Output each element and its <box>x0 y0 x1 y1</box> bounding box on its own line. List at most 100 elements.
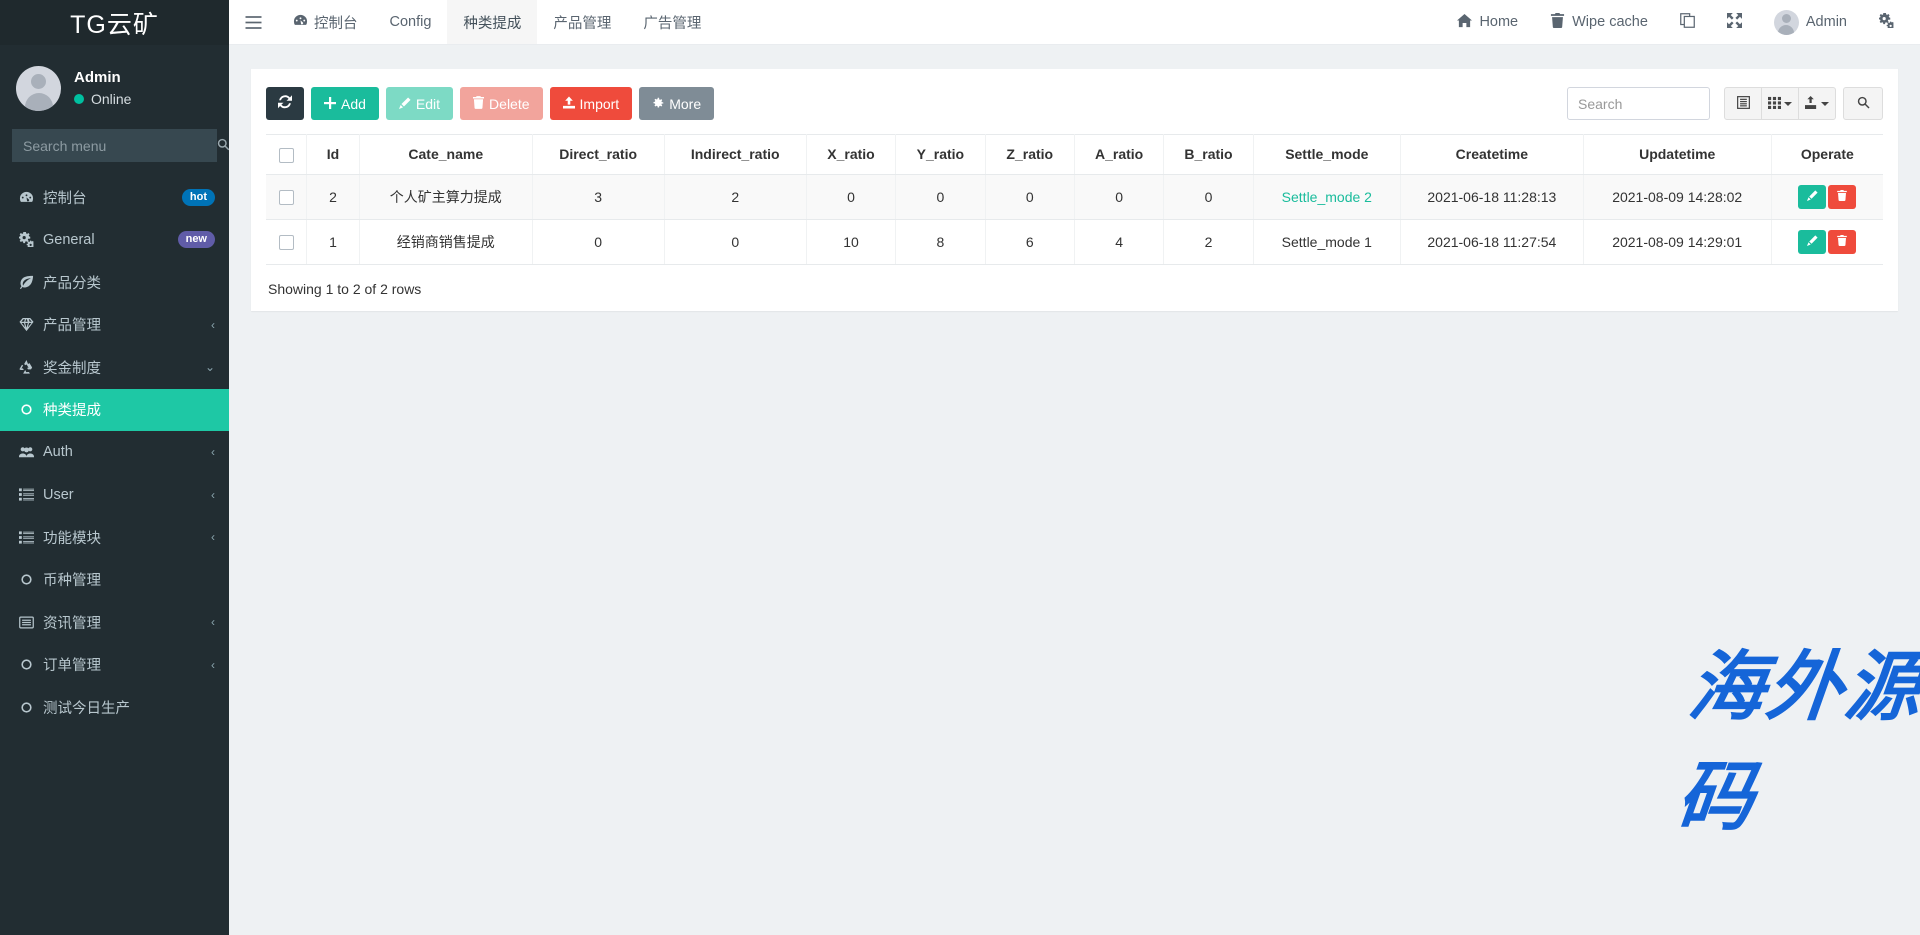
column-header-z_ratio[interactable]: Z_ratio <box>985 135 1074 175</box>
cell-a-ratio: 0 <box>1074 174 1163 219</box>
sidebar-item-9[interactable]: 币种管理 <box>0 559 229 602</box>
column-header-operate[interactable]: Operate <box>1771 135 1883 175</box>
cell-createtime: 2021-06-18 11:27:54 <box>1400 219 1583 264</box>
card-view-button[interactable] <box>1724 87 1762 120</box>
table-row[interactable]: 2个人矿主算力提成3200000Settle_mode 22021-06-18 … <box>266 174 1883 219</box>
row-edit-button[interactable] <box>1798 230 1826 254</box>
table-header-row: IdCate_nameDirect_ratioIndirect_ratioX_r… <box>266 135 1883 175</box>
column-header-y_ratio[interactable]: Y_ratio <box>896 135 985 175</box>
cell-b-ratio: 0 <box>1164 174 1253 219</box>
column-header-direct_ratio[interactable]: Direct_ratio <box>532 135 664 175</box>
delete-button-label: Delete <box>489 96 529 112</box>
add-button[interactable]: Add <box>311 87 379 120</box>
row-checkbox[interactable] <box>279 235 294 250</box>
row-delete-button[interactable] <box>1828 185 1856 209</box>
tab-1[interactable]: Config <box>374 0 448 44</box>
export-dropdown-button[interactable] <box>1798 87 1836 120</box>
navbar-action-wipe-cache[interactable]: Wipe cache <box>1534 0 1664 45</box>
watermark-text: 海外源码 <box>1672 625 1920 845</box>
sidebar-item-11[interactable]: 订单管理‹ <box>0 644 229 687</box>
clone-icon <box>1680 13 1695 32</box>
edit-button[interactable]: Edit <box>386 87 453 120</box>
cell-id: 2 <box>307 174 360 219</box>
navbar-action-home[interactable]: Home <box>1441 0 1534 45</box>
toolbar-right-group <box>1567 87 1883 120</box>
row-select-cell[interactable] <box>266 174 307 219</box>
sidebar-item-1[interactable]: Generalnew <box>0 219 229 262</box>
cell-cate-name: 经销商销售提成 <box>359 219 532 264</box>
sidebar-item-badge: hot <box>182 189 215 206</box>
select-all-checkbox[interactable] <box>279 148 294 163</box>
advanced-search-button[interactable] <box>1843 87 1883 120</box>
row-checkbox[interactable] <box>279 190 294 205</box>
sidebar-item-12[interactable]: 测试今日生产 <box>0 686 229 729</box>
more-button[interactable]: More <box>639 87 714 120</box>
cell-settle-mode: Settle_mode 1 <box>1253 219 1400 264</box>
gears-icon <box>1879 13 1894 32</box>
navbar-action-expand-icon[interactable] <box>1711 0 1758 45</box>
cell-updatetime: 2021-08-09 14:28:02 <box>1583 174 1771 219</box>
sidebar-item-8[interactable]: 功能模块‹ <box>0 516 229 559</box>
chevron-down-icon <box>1784 102 1792 106</box>
column-header-createtime[interactable]: Createtime <box>1400 135 1583 175</box>
select-all-header <box>266 135 307 175</box>
trash-icon <box>473 96 484 112</box>
column-header-x_ratio[interactable]: X_ratio <box>806 135 895 175</box>
cell-cate-name: 个人矿主算力提成 <box>359 174 532 219</box>
sidebar-user-panel: Admin Online <box>0 45 229 129</box>
column-header-cate_name[interactable]: Cate_name <box>359 135 532 175</box>
navbar-action-admin[interactable]: Admin <box>1758 0 1863 45</box>
column-header-id[interactable]: Id <box>307 135 360 175</box>
tab-2[interactable]: 种类提成 <box>447 0 537 44</box>
pencil-icon <box>1807 235 1818 249</box>
sidebar-item-label: 资讯管理 <box>43 612 211 633</box>
row-select-cell[interactable] <box>266 219 307 264</box>
brand-logo[interactable]: TG云矿 <box>0 0 229 45</box>
navbar-action-clone-icon[interactable] <box>1664 0 1711 45</box>
tab-label: 控制台 <box>314 12 358 33</box>
sidebar-item-7[interactable]: User‹ <box>0 474 229 517</box>
sidebar-item-3[interactable]: 产品管理‹ <box>0 304 229 347</box>
table-row[interactable]: 1经销商销售提成00108642Settle_mode 12021-06-18 … <box>266 219 1883 264</box>
columns-dropdown-button[interactable] <box>1761 87 1799 120</box>
tab-4[interactable]: 广告管理 <box>627 0 717 44</box>
refresh-button[interactable] <box>266 87 304 120</box>
cell-z-ratio: 0 <box>985 174 1074 219</box>
sidebar-item-4[interactable]: 奖金制度⌄ <box>0 346 229 389</box>
cell-direct-ratio: 0 <box>532 219 664 264</box>
search-menu-input[interactable] <box>13 137 206 155</box>
column-header-b_ratio[interactable]: B_ratio <box>1164 135 1253 175</box>
sidebar-item-5[interactable]: 种类提成 <box>0 389 229 432</box>
sidebar-item-label: Auth <box>43 444 211 460</box>
tab-3[interactable]: 产品管理 <box>537 0 627 44</box>
home-icon <box>1457 13 1472 32</box>
sidebar-item-badge: new <box>178 231 215 248</box>
sidebar-item-2[interactable]: 产品分类 <box>0 261 229 304</box>
column-header-settle_mode[interactable]: Settle_mode <box>1253 135 1400 175</box>
sidebar-toggle-button[interactable] <box>229 0 277 44</box>
column-header-indirect_ratio[interactable]: Indirect_ratio <box>664 135 806 175</box>
grid-icon <box>1768 96 1781 112</box>
sidebar-item-0[interactable]: 控制台hot <box>0 176 229 219</box>
column-header-a_ratio[interactable]: A_ratio <box>1074 135 1163 175</box>
data-table: IdCate_nameDirect_ratioIndirect_ratioX_r… <box>266 134 1883 265</box>
import-button[interactable]: Import <box>550 87 633 120</box>
sidebar-item-label: 功能模块 <box>43 527 211 548</box>
row-delete-button[interactable] <box>1828 230 1856 254</box>
top-navbar: 控制台 Config种类提成产品管理广告管理 HomeWipe cache Admi… <box>229 0 1920 45</box>
cell-x-ratio: 0 <box>806 174 895 219</box>
cell-settle-mode: Settle_mode 2 <box>1253 174 1400 219</box>
search-input[interactable] <box>1567 87 1710 120</box>
sidebar-item-6[interactable]: Auth‹ <box>0 431 229 474</box>
gear-icon <box>652 96 664 112</box>
sidebar-item-10[interactable]: 资讯管理‹ <box>0 601 229 644</box>
navbar-action-gears-icon[interactable] <box>1863 0 1910 45</box>
delete-button[interactable]: Delete <box>460 87 542 120</box>
row-edit-button[interactable] <box>1798 185 1826 209</box>
sidebar-search <box>0 129 229 162</box>
sidebar-item-label: 币种管理 <box>43 569 215 590</box>
sidebar-item-label: 测试今日生产 <box>43 697 215 718</box>
column-header-updatetime[interactable]: Updatetime <box>1583 135 1771 175</box>
sidebar-item-label: 订单管理 <box>43 654 211 675</box>
tab-0[interactable]: 控制台 <box>277 0 374 44</box>
